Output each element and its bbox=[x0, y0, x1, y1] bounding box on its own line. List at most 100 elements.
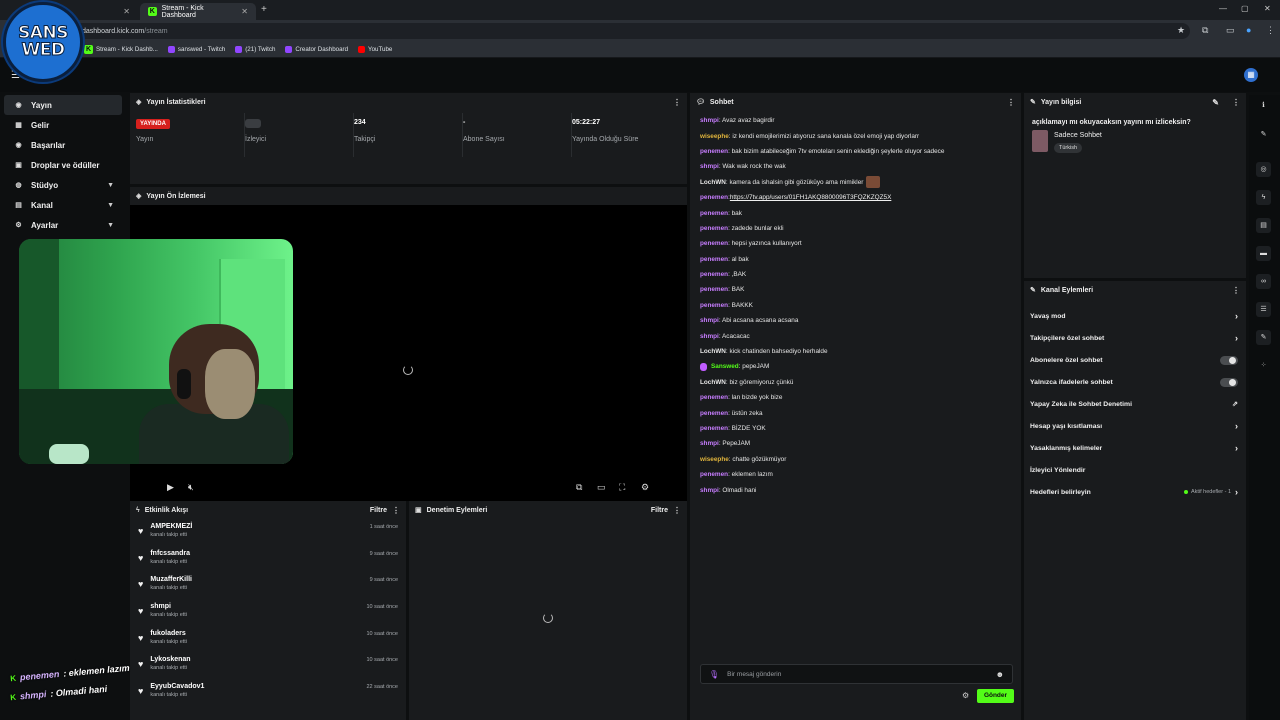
activity-username[interactable]: EyyubCavadov1 bbox=[150, 683, 359, 690]
window-close-icon[interactable]: ✕ bbox=[1264, 4, 1271, 13]
theater-icon[interactable]: ▭ bbox=[597, 482, 606, 493]
chat-username[interactable]: LochWN bbox=[700, 348, 726, 355]
wrench-icon[interactable]: ✎ bbox=[1256, 330, 1271, 345]
bolt-icon[interactable]: ϟ bbox=[1256, 190, 1271, 205]
sidebar-item[interactable]: ▦ Gelir bbox=[4, 115, 122, 135]
browser-tab-active[interactable]: K Stream - Kick Dashboard ✕ bbox=[140, 3, 256, 20]
settings-icon[interactable]: ⚙ bbox=[641, 482, 649, 493]
chat-username[interactable]: shmpi bbox=[700, 487, 719, 494]
maximize-icon[interactable]: ▢ bbox=[1241, 4, 1249, 13]
more-options-icon[interactable]: ⋮ bbox=[1007, 98, 1015, 107]
chat-username[interactable]: LochWN bbox=[700, 379, 726, 386]
channel-action-item[interactable]: Yapay Zeka ile Sohbet Denetimi ⇗ bbox=[1024, 393, 1246, 415]
channel-action-item[interactable]: Takipçilere özel sohbet › bbox=[1024, 327, 1246, 349]
sidebar-item[interactable]: ◍ Stüdyo ▼ bbox=[4, 175, 122, 195]
bookmark-item[interactable]: sanswed - Twitch bbox=[167, 46, 225, 53]
user-avatar[interactable]: ▦ bbox=[1244, 68, 1258, 82]
pip-icon[interactable]: ⧉ bbox=[576, 482, 582, 493]
chat-username[interactable]: penemen bbox=[700, 210, 728, 217]
channel-action-item[interactable]: Yalnızca ifadelerle sohbet bbox=[1024, 371, 1246, 393]
chat-username[interactable]: penemen bbox=[700, 148, 728, 155]
chat-username[interactable]: shmpi bbox=[700, 163, 719, 170]
chat-username[interactable]: penemen bbox=[700, 240, 728, 247]
chat-username[interactable]: shmpi bbox=[700, 117, 719, 124]
close-icon[interactable]: ✕ bbox=[123, 7, 130, 16]
chat-username[interactable]: shmpi bbox=[700, 333, 719, 340]
emoji-icon[interactable]: ☻ bbox=[996, 670, 1004, 679]
info-icon[interactable]: ℹ bbox=[1256, 98, 1271, 113]
sidebar-icon[interactable]: ▭ bbox=[1226, 25, 1235, 36]
chat-username[interactable]: penemen bbox=[700, 410, 728, 417]
chat-username[interactable]: penemen bbox=[700, 256, 728, 263]
filter-button[interactable]: Filtre bbox=[370, 507, 387, 514]
filter-button[interactable]: Filtre bbox=[651, 507, 668, 514]
extensions-icon[interactable]: ⧉ bbox=[1202, 25, 1208, 36]
sidebar-item[interactable]: ▣ Droplar ve ödüller bbox=[4, 155, 122, 175]
chat-username[interactable]: penemen bbox=[700, 394, 728, 401]
more-options-icon[interactable]: ⋮ bbox=[1232, 286, 1240, 295]
bookmark-item[interactable]: Creator Dashboard bbox=[285, 46, 348, 53]
browser-menu-icon[interactable]: ⋮ bbox=[1266, 25, 1275, 36]
chat-settings-icon[interactable]: ⚙ bbox=[962, 691, 969, 700]
bookmark-item[interactable]: YouTube bbox=[358, 46, 392, 53]
chat-username[interactable]: Sanswed bbox=[711, 363, 739, 370]
chat-username[interactable]: wiseephe bbox=[700, 456, 729, 463]
chat-username[interactable]: penemen bbox=[700, 286, 728, 293]
channel-action-item[interactable]: Hesap yaşı kısıtlaması › bbox=[1024, 415, 1246, 437]
sidebar-item[interactable]: ◉ Başarılar bbox=[4, 135, 122, 155]
sidebar-item[interactable]: ▤ Kanal ▼ bbox=[4, 195, 122, 215]
star-icon[interactable]: ★ bbox=[1177, 25, 1185, 36]
channel-action-item[interactable]: Yavaş mod › bbox=[1024, 305, 1246, 327]
profile-icon[interactable]: ● bbox=[1246, 25, 1251, 35]
list-icon[interactable]: ☰ bbox=[1256, 302, 1271, 317]
chat-input[interactable]: 🎙︎ Bir mesaj gönderin ☻ bbox=[700, 664, 1013, 684]
edit-icon[interactable]: ✎ bbox=[1212, 98, 1219, 107]
chat-username[interactable]: penemen bbox=[700, 271, 728, 278]
activity-username[interactable]: fukoladers bbox=[150, 630, 359, 637]
more-options-icon[interactable]: ⋮ bbox=[673, 98, 681, 107]
apps-icon[interactable]: ⁘ bbox=[1256, 358, 1271, 373]
sidebar-item[interactable]: ◉ Yayın bbox=[4, 95, 122, 115]
url-field[interactable]: dashboard.kick.com/stream bbox=[60, 23, 1190, 39]
sidebar-item[interactable]: ⚙ Ayarlar ▼ bbox=[4, 215, 122, 235]
minimize-icon[interactable]: — bbox=[1219, 4, 1227, 13]
channel-action-item[interactable]: İzleyici Yönlendir bbox=[1024, 459, 1246, 481]
link-icon[interactable]: ∞ bbox=[1256, 274, 1271, 289]
document-icon[interactable]: ▤ bbox=[1256, 218, 1271, 233]
channel-action-item[interactable]: Hedefleri belirleyin Aktif hedefler - 1 › bbox=[1024, 481, 1246, 503]
new-tab-icon[interactable]: + bbox=[261, 4, 267, 15]
more-options-icon[interactable]: ⋮ bbox=[1232, 98, 1240, 107]
activity-username[interactable]: AMPEKMEZİ bbox=[150, 523, 362, 530]
send-button[interactable]: Gönder bbox=[977, 689, 1014, 703]
activity-username[interactable]: fnfcssandra bbox=[150, 550, 362, 557]
activity-username[interactable]: Lykoskenan bbox=[150, 656, 359, 663]
edit-icon[interactable]: ✎ bbox=[1256, 127, 1271, 142]
chat-link[interactable]: https://7tv.app/users/01FH1AKQ8800096T3F… bbox=[730, 194, 892, 201]
close-icon[interactable]: ✕ bbox=[241, 7, 248, 16]
chat-username[interactable]: penemen bbox=[700, 471, 728, 478]
channel-action-item[interactable]: Abonelere özel sohbet bbox=[1024, 349, 1246, 371]
play-icon[interactable]: ▶ bbox=[167, 482, 174, 493]
bookmark-item[interactable]: (21) Twitch bbox=[235, 46, 275, 53]
bookmark-item[interactable]: K Stream - Kick Dashb... bbox=[84, 45, 158, 54]
fullscreen-icon[interactable]: ⛶ bbox=[619, 482, 625, 493]
camera-icon[interactable]: ◎ bbox=[1256, 162, 1271, 177]
chat-username[interactable]: penemen bbox=[700, 302, 728, 309]
mic-icon[interactable]: 🎙︎ bbox=[709, 670, 719, 679]
chat-username[interactable]: shmpi bbox=[700, 440, 719, 447]
more-options-icon[interactable]: ⋮ bbox=[673, 506, 681, 515]
mute-icon[interactable]: 🔇︎ bbox=[188, 482, 194, 493]
chat-username[interactable]: penemen bbox=[700, 194, 728, 201]
more-options-icon[interactable]: ⋮ bbox=[392, 506, 400, 515]
chat-username[interactable]: penemen bbox=[700, 225, 728, 232]
toggle-switch[interactable] bbox=[1220, 377, 1238, 387]
chat-username[interactable]: wiseephe bbox=[700, 133, 729, 140]
toggle-switch[interactable] bbox=[1220, 355, 1238, 365]
chat-username[interactable]: penemen bbox=[700, 425, 728, 432]
chat-icon[interactable]: ▬ bbox=[1256, 246, 1271, 261]
activity-username[interactable]: shmpi bbox=[150, 603, 359, 610]
channel-action-item[interactable]: Yasaklanmış kelimeler › bbox=[1024, 437, 1246, 459]
activity-username[interactable]: MuzafferKilli bbox=[150, 576, 362, 583]
chat-username[interactable]: shmpi bbox=[700, 317, 719, 324]
chat-username[interactable]: LochWN bbox=[700, 179, 726, 186]
